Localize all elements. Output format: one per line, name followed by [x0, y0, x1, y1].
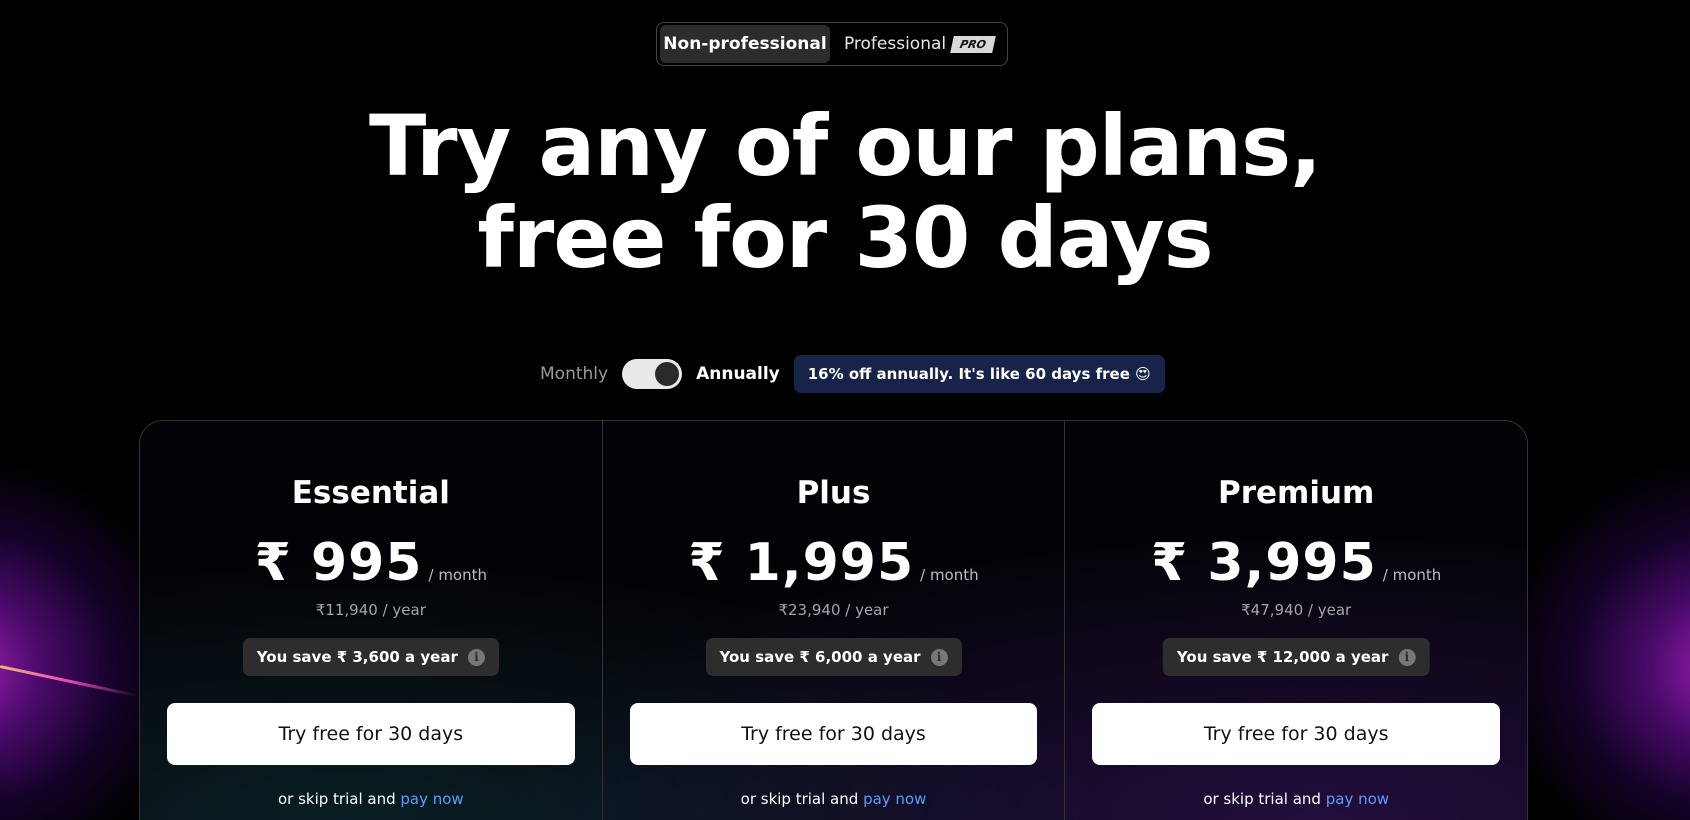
yearly-price: ₹23,940 / year — [778, 601, 889, 619]
plan-name: Premium — [1218, 475, 1375, 511]
billing-period-toggle: Monthly Annually 16% off annually. It's … — [540, 354, 1165, 394]
skip-trial-prefix: or skip trial and — [277, 790, 396, 808]
yearly-price: ₹11,940 / year — [315, 601, 426, 619]
savings-badge: You save ₹ 6,000 a year i — [705, 638, 962, 676]
left-light-streak — [0, 665, 138, 698]
audience-toggle: Non-professional Professional PRO — [656, 22, 1008, 66]
savings-text: You save ₹ 3,600 a year — [256, 648, 458, 666]
pay-now-link[interactable]: pay now — [863, 790, 926, 808]
price-row: ₹ 3,995 / month — [1065, 533, 1527, 593]
tab-professional[interactable]: Professional PRO — [834, 25, 1004, 63]
pro-badge: PRO — [950, 35, 996, 53]
price-period: / month — [1382, 566, 1442, 584]
skip-trial-prefix: or skip trial and — [740, 790, 859, 808]
price-row: ₹ 995 / month — [140, 533, 602, 593]
plan-card-premium: Premium ₹ 3,995 / month ₹47,940 / year Y… — [1064, 421, 1527, 820]
skip-trial-text: or skip trial and pay now — [140, 790, 602, 808]
plan-name: Essential — [291, 475, 450, 511]
tab-non-professional-label: Non-professional — [663, 34, 827, 54]
plan-price: ₹ 3,995 — [1151, 533, 1377, 593]
plan-card-plus: Plus ₹ 1,995 / month ₹23,940 / year You … — [601, 421, 1065, 820]
tab-non-professional[interactable]: Non-professional — [660, 25, 830, 63]
price-period: / month — [920, 566, 979, 584]
page-title-line-2: free for 30 days — [477, 189, 1213, 287]
info-icon[interactable]: i — [1398, 648, 1416, 666]
page-title-line-1: Try any of our plans, — [369, 97, 1322, 195]
info-icon[interactable]: i — [467, 648, 485, 666]
plan-cards: Essential ₹ 995 / month ₹11,940 / year Y… — [139, 420, 1528, 820]
annual-discount-badge: 16% off annually. It's like 60 days free… — [793, 355, 1165, 393]
billing-switch-knob — [655, 362, 680, 386]
savings-badge: You save ₹ 12,000 a year i — [1162, 638, 1430, 676]
try-free-button[interactable]: Try free for 30 days — [629, 703, 1038, 765]
info-icon[interactable]: i — [930, 648, 948, 666]
price-period: / month — [428, 566, 488, 584]
skip-trial-prefix: or skip trial and — [1203, 790, 1321, 808]
plan-price: ₹ 1,995 — [688, 533, 915, 593]
pay-now-link[interactable]: pay now — [1326, 790, 1389, 808]
try-free-button[interactable]: Try free for 30 days — [1092, 703, 1501, 765]
try-free-button[interactable]: Try free for 30 days — [167, 703, 575, 765]
right-glow-decoration — [1510, 470, 1690, 820]
annually-label[interactable]: Annually — [696, 364, 780, 384]
monthly-label[interactable]: Monthly — [540, 364, 608, 384]
page-title: Try any of our plans, free for 30 days — [0, 100, 1690, 284]
plan-price: ₹ 995 — [254, 533, 423, 593]
pay-now-link[interactable]: pay now — [400, 790, 463, 808]
savings-text: You save ₹ 12,000 a year — [1176, 648, 1389, 666]
skip-trial-text: or skip trial and pay now — [1065, 790, 1527, 808]
plan-card-essential: Essential ₹ 995 / month ₹11,940 / year Y… — [140, 421, 602, 820]
yearly-price: ₹47,940 / year — [1241, 601, 1352, 619]
price-row: ₹ 1,995 / month — [603, 533, 1065, 593]
pricing-page: Non-professional Professional PRO Try an… — [0, 0, 1690, 820]
savings-text: You save ₹ 6,000 a year — [719, 648, 921, 666]
tab-professional-label: Professional — [843, 34, 947, 54]
plan-name: Plus — [796, 475, 871, 511]
savings-badge: You save ₹ 3,600 a year i — [242, 638, 499, 676]
skip-trial-text: or skip trial and pay now — [603, 790, 1065, 808]
billing-switch[interactable] — [622, 359, 683, 389]
